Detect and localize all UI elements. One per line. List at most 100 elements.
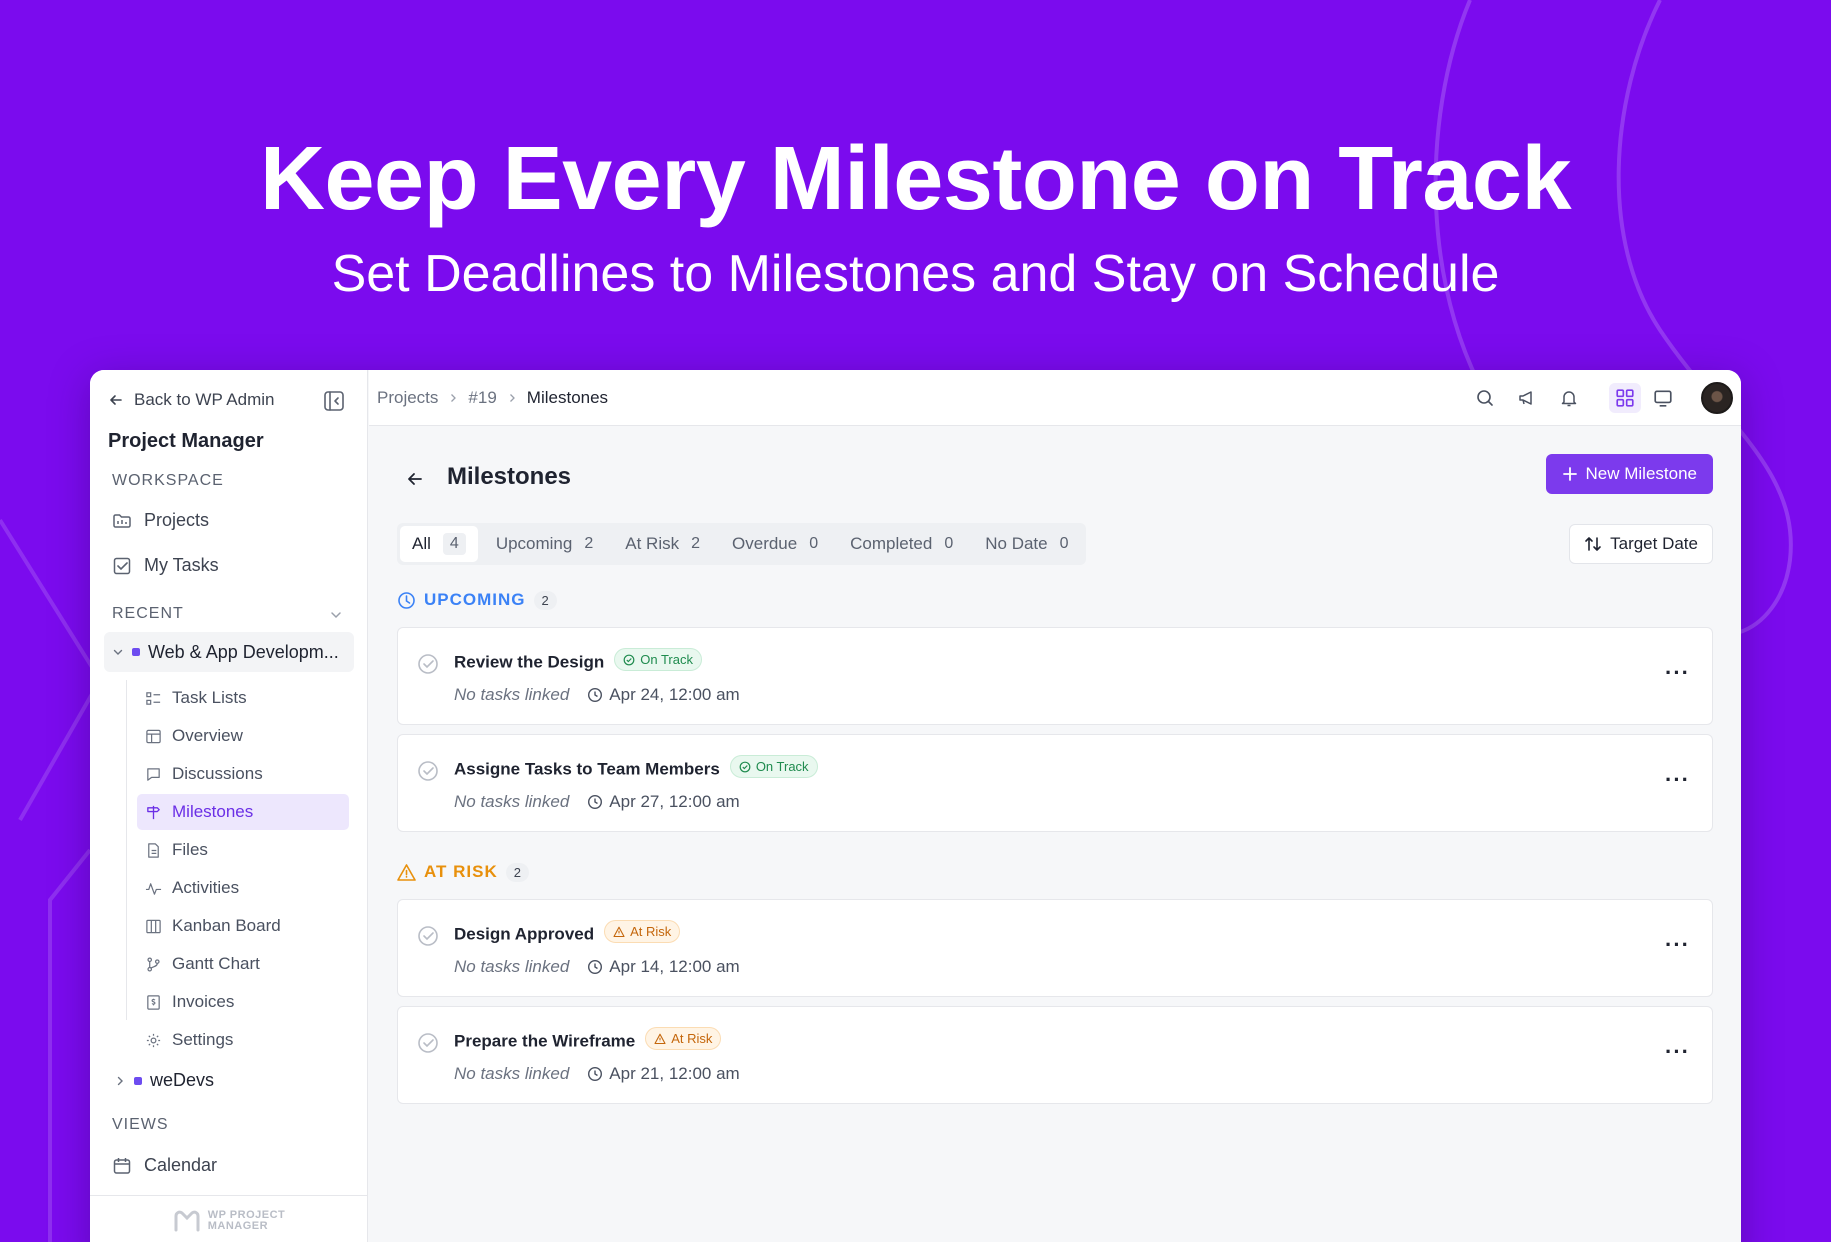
sidebar-item-invoices[interactable]: Invoices xyxy=(137,984,349,1020)
group-at-risk-header: AT RISK 2 xyxy=(397,862,529,882)
sidebar-item-activities[interactable]: Activities xyxy=(137,870,349,906)
more-options-icon[interactable]: ··· xyxy=(1665,660,1690,686)
breadcrumb-project-id[interactable]: #19 xyxy=(468,388,496,408)
check-circle-icon[interactable] xyxy=(416,1031,440,1055)
clock-icon xyxy=(588,794,603,810)
arrow-left-icon[interactable] xyxy=(405,469,425,489)
grid-icon xyxy=(1616,389,1634,407)
chevron-right-icon xyxy=(509,394,515,402)
project-color-square xyxy=(134,1076,142,1085)
milestone-card[interactable]: Design Approved At Risk No tasks linked A… xyxy=(397,899,1713,997)
sidebar-item-task-lists[interactable]: Task Lists xyxy=(137,680,349,716)
activity-icon xyxy=(145,882,162,895)
status-badge: On Track xyxy=(729,755,818,778)
chat-icon xyxy=(147,767,160,781)
check-circle-icon xyxy=(739,761,751,772)
tab-at-risk[interactable]: At Risk 2 xyxy=(611,526,714,562)
sidebar-item-kanban[interactable]: Kanban Board xyxy=(137,908,349,944)
sidebar-item-label: Settings xyxy=(172,1030,234,1049)
sidebar-item-label: Task Lists xyxy=(172,688,247,707)
sidebar-item-label: Calendar xyxy=(144,1155,218,1175)
milestone-card[interactable]: Prepare the Wireframe At Risk No tasks li… xyxy=(397,1006,1713,1104)
sidebar-item-projects[interactable]: Projects xyxy=(112,510,209,531)
tab-all[interactable]: All 4 xyxy=(400,526,478,562)
back-to-admin-link[interactable]: Back to WP Admin xyxy=(108,390,274,410)
milestone-card[interactable]: Review the Design On Track No tasks linke… xyxy=(397,627,1713,725)
back-to-admin-label: Back to WP Admin xyxy=(134,390,275,409)
chevron-right-icon xyxy=(117,1076,123,1085)
sidebar-item-calendar[interactable]: Calendar xyxy=(112,1155,217,1176)
warning-icon xyxy=(613,926,625,937)
sidebar-item-discussions[interactable]: Discussions xyxy=(137,756,349,792)
chevron-down-icon xyxy=(113,649,123,655)
sidebar-item-label: My Tasks xyxy=(144,555,219,575)
more-options-icon[interactable]: ··· xyxy=(1665,1039,1690,1065)
folder-icon xyxy=(113,513,131,528)
sidebar-project-wedevs[interactable]: weDevs xyxy=(114,1070,214,1091)
sidebar-item-label: Gantt Chart xyxy=(172,954,260,973)
breadcrumb-current: Milestones xyxy=(526,388,609,407)
warning-icon xyxy=(654,1033,666,1044)
tab-completed[interactable]: Completed 0 xyxy=(836,526,967,562)
gantt-icon xyxy=(147,956,160,972)
project-name: weDevs xyxy=(150,1070,215,1090)
arrow-left-icon xyxy=(110,395,122,405)
clock-icon xyxy=(398,591,415,609)
clock-icon xyxy=(588,687,603,703)
milestone-title: Review the Design On Track xyxy=(454,648,702,673)
sidebar-item-gantt[interactable]: Gantt Chart xyxy=(137,946,349,982)
collapse-sidebar-icon[interactable] xyxy=(323,390,345,412)
sidebar-item-milestones[interactable]: Milestones xyxy=(137,794,349,830)
bell-icon[interactable] xyxy=(1559,388,1579,408)
milestone-card[interactable]: Assigne Tasks to Team Members On Track No… xyxy=(397,734,1713,832)
sidebar-item-my-tasks[interactable]: My Tasks xyxy=(112,555,219,576)
check-circle-icon xyxy=(623,654,635,665)
sort-icon xyxy=(1585,537,1601,551)
milestone-meta: No tasks linked Apr 14, 12:00 am xyxy=(454,957,740,977)
check-circle-icon[interactable] xyxy=(416,759,440,783)
avatar[interactable] xyxy=(1701,382,1733,414)
grid-view-button[interactable] xyxy=(1609,383,1641,413)
tasks-linked: No tasks linked xyxy=(454,1064,570,1083)
clock-icon xyxy=(588,959,603,975)
monitor-icon xyxy=(1654,390,1672,407)
due-date: Apr 21, 12:00 am xyxy=(587,1064,740,1084)
megaphone-icon[interactable] xyxy=(1517,388,1537,408)
hero-subtitle: Set Deadlines to Milestones and Stay on … xyxy=(331,245,1500,303)
plus-icon xyxy=(1562,467,1577,481)
filter-tabs: All 4 Upcoming 2 At Risk 2 Overdue 0 Complet… xyxy=(397,523,1086,565)
sidebar-item-settings[interactable]: Settings xyxy=(137,1022,349,1058)
sidebar-item-overview[interactable]: Overview xyxy=(137,718,349,754)
status-badge: At Risk xyxy=(604,920,681,943)
app-title: Project Manager xyxy=(108,430,264,452)
sort-target-date-button[interactable]: Target Date xyxy=(1569,524,1713,564)
sidebar-item-files[interactable]: Files xyxy=(137,832,349,868)
hero-title: Keep Every Milestone on Track xyxy=(259,129,1572,229)
task-list-icon xyxy=(146,691,161,705)
new-milestone-button[interactable]: New Milestone xyxy=(1545,454,1713,494)
views-label: VIEWS xyxy=(112,1116,169,1133)
signpost-icon xyxy=(147,805,160,819)
invoice-icon xyxy=(147,994,160,1010)
gear-icon xyxy=(146,1033,161,1047)
status-badge: On Track xyxy=(614,648,702,671)
more-options-icon[interactable]: ··· xyxy=(1665,932,1690,958)
group-count: 2 xyxy=(533,590,557,610)
tab-no-date[interactable]: No Date 0 xyxy=(971,526,1082,562)
status-badge: At Risk xyxy=(645,1027,722,1050)
milestone-title: Prepare the Wireframe At Risk xyxy=(454,1027,722,1052)
desktop-view-button[interactable] xyxy=(1647,383,1679,413)
file-icon xyxy=(148,842,159,858)
check-circle-icon[interactable] xyxy=(416,652,440,676)
sidebar-item-label: Discussions xyxy=(172,764,263,783)
more-options-icon[interactable]: ··· xyxy=(1665,767,1690,793)
sidebar-project-web-app[interactable]: Web & App Developm... xyxy=(104,632,354,672)
breadcrumb-projects[interactable]: Projects xyxy=(377,388,438,408)
chevron-down-icon[interactable] xyxy=(329,608,343,622)
project-color-square xyxy=(132,648,140,656)
sidebar-item-label: Invoices xyxy=(172,992,235,1011)
check-circle-icon[interactable] xyxy=(416,924,440,948)
search-icon[interactable] xyxy=(1475,388,1495,408)
tab-overdue[interactable]: Overdue 0 xyxy=(718,526,832,562)
tab-upcoming[interactable]: Upcoming 2 xyxy=(482,526,607,562)
